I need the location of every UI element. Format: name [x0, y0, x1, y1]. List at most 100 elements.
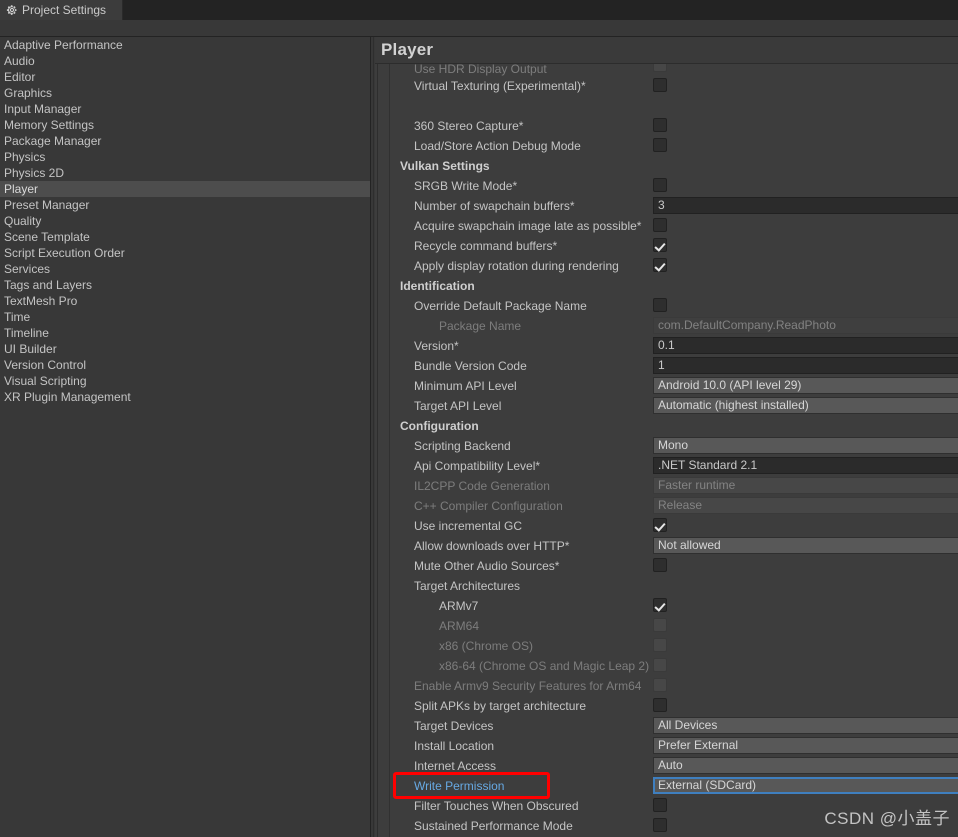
setting-label: Target API Level [414, 399, 502, 413]
setting-row-bundle-version-code: Bundle Version Code 1 [375, 356, 958, 376]
setting-row-x86-chrome-os: x86 (Chrome OS) [375, 636, 958, 656]
page-title: Player [381, 40, 434, 59]
sidebar-item-adaptive-performance[interactable]: Adaptive Performance [0, 37, 370, 53]
setting-control-slot [653, 136, 958, 156]
tab-project-settings[interactable]: Project Settings [0, 0, 124, 20]
setting-control-slot [653, 64, 958, 76]
checkbox-recycle-command-buffers[interactable] [653, 238, 667, 252]
setting-row-virtual-texturing-experimental: Virtual Texturing (Experimental)* [375, 76, 958, 96]
setting-row-mute-other-audio-sources: Mute Other Audio Sources* [375, 556, 958, 576]
setting-control-slot [653, 116, 958, 136]
sidebar-item-label: Physics 2D [4, 166, 65, 180]
sidebar-item-timeline[interactable]: Timeline [0, 325, 370, 341]
sidebar-item-label: Input Manager [4, 102, 82, 116]
input-version[interactable]: 0.1 [653, 337, 958, 354]
sidebar-item-tags-and-layers[interactable]: Tags and Layers [0, 277, 370, 293]
sidebar-item-scene-template[interactable]: Scene Template [0, 229, 370, 245]
sidebar-item-version-control[interactable]: Version Control [0, 357, 370, 373]
setting-control-slot [653, 596, 958, 616]
dropdown-allow-downloads-over-http[interactable]: Not allowed [653, 537, 958, 554]
checkbox-apply-display-rotation-during-rendering[interactable] [653, 258, 667, 272]
sidebar-item-package-manager[interactable]: Package Manager [0, 133, 370, 149]
checkbox-mute-other-audio-sources[interactable] [653, 558, 667, 572]
window-tab-bar: Project Settings [0, 0, 958, 21]
sidebar-item-label: TextMesh Pro [4, 294, 78, 308]
setting-label[interactable]: Write Permission [375, 779, 653, 793]
sidebar-item-time[interactable]: Time [0, 309, 370, 325]
sidebar-item-editor[interactable]: Editor [0, 69, 370, 85]
settings-scroll-body[interactable]: Use HDR Display Output Virtual Texturing … [375, 64, 958, 837]
setting-label: Filter Touches When Obscured [414, 799, 579, 813]
sidebar-item-physics[interactable]: Physics [0, 149, 370, 165]
dropdown-write-permission[interactable]: External (SDCard) [653, 777, 958, 794]
checkbox-load-store-action-debug-mode[interactable] [653, 138, 667, 152]
checkbox-armv7[interactable] [653, 598, 667, 612]
input-bundle-version-code[interactable]: 1 [653, 357, 958, 374]
setting-control-slot [653, 296, 958, 316]
setting-label: Mute Other Audio Sources* [414, 559, 560, 573]
checkbox-override-default-package-name[interactable] [653, 298, 667, 312]
setting-row-internet-access: Internet Access Auto [375, 756, 958, 776]
checkbox-sustained-performance-mode[interactable] [653, 818, 667, 832]
checkbox-srgb-write-mode[interactable] [653, 178, 667, 192]
setting-label: Scripting Backend [414, 439, 511, 453]
checkbox-acquire-swapchain-image-late-as-possible[interactable] [653, 218, 667, 232]
sidebar-item-input-manager[interactable]: Input Manager [0, 101, 370, 117]
input-package-name: com.DefaultCompany.ReadPhoto [653, 317, 958, 334]
sidebar-item-audio[interactable]: Audio [0, 53, 370, 69]
checkbox-x86-chrome-os [653, 638, 667, 652]
sidebar-item-script-execution-order[interactable]: Script Execution Order [0, 245, 370, 261]
setting-control-slot [653, 616, 958, 636]
setting-row-use-hdr-display-output: Use HDR Display Output [375, 64, 958, 76]
settings-sidebar[interactable]: Adaptive Performance Audio Editor Graphics I… [0, 37, 371, 837]
checkbox-virtual-texturing-experimental[interactable] [653, 78, 667, 92]
sidebar-item-label: Version Control [4, 358, 87, 372]
sidebar-item-xr-plugin-management[interactable]: XR Plugin Management [0, 389, 370, 405]
setting-row-filter-touches-when-obscured: Filter Touches When Obscured [375, 796, 958, 816]
dropdown-install-location[interactable]: Prefer External [653, 737, 958, 754]
setting-row-version: Version* 0.1 [375, 336, 958, 356]
dropdown-scripting-backend[interactable]: Mono [653, 437, 958, 454]
setting-row-package-name: Package Name com.DefaultCompany.ReadPhoto [375, 316, 958, 336]
setting-control-slot [653, 236, 958, 256]
checkbox-360-stereo-capture[interactable] [653, 118, 667, 132]
checkbox-split-apks-by-target-architecture[interactable] [653, 698, 667, 712]
setting-label: SRGB Write Mode* [414, 179, 518, 193]
sidebar-item-physics-2d[interactable]: Physics 2D [0, 165, 370, 181]
setting-label: Apply display rotation during rendering [414, 259, 619, 273]
sidebar-item-quality[interactable]: Quality [0, 213, 370, 229]
checkbox-filter-touches-when-obscured[interactable] [653, 798, 667, 812]
sidebar-item-visual-scripting[interactable]: Visual Scripting [0, 373, 370, 389]
setting-control-slot: Not allowed [653, 536, 958, 556]
setting-row-c-compiler-configuration: C++ Compiler Configuration Release [375, 496, 958, 516]
sidebar-item-ui-builder[interactable]: UI Builder [0, 341, 370, 357]
sidebar-item-textmesh-pro[interactable]: TextMesh Pro [0, 293, 370, 309]
setting-label: Minimum API Level [414, 379, 517, 393]
setting-row-target-devices: Target Devices All Devices [375, 716, 958, 736]
sidebar-item-label: Script Execution Order [4, 246, 125, 260]
checkbox-use-incremental-gc[interactable] [653, 518, 667, 532]
tab-label: Project Settings [22, 3, 107, 17]
dropdown-minimum-api-level[interactable]: Android 10.0 (API level 29) [653, 377, 958, 394]
dropdown-target-api-level[interactable]: Automatic (highest installed) [653, 397, 958, 414]
setting-label: C++ Compiler Configuration [414, 499, 563, 513]
checkbox-enable-armv9-security-features-for-arm64 [653, 678, 667, 692]
setting-label: Allow downloads over HTTP* [414, 539, 570, 553]
sidebar-item-services[interactable]: Services [0, 261, 370, 277]
setting-control-slot [653, 556, 958, 576]
setting-control-slot: .NET Standard 2.1 [653, 456, 958, 476]
setting-label: Use incremental GC [414, 519, 523, 533]
sidebar-item-player[interactable]: Player [0, 181, 370, 197]
setting-control-slot: Release [653, 496, 958, 516]
sidebar-item-graphics[interactable]: Graphics [0, 85, 370, 101]
sidebar-item-label: Player [4, 182, 39, 196]
sidebar-item-memory-settings[interactable]: Memory Settings [0, 117, 370, 133]
dropdown-internet-access[interactable]: Auto [653, 757, 958, 774]
input-number-of-swapchain-buffers[interactable]: 3 [653, 197, 958, 214]
setting-row-number-of-swapchain-buffers: Number of swapchain buffers* 3 [375, 196, 958, 216]
sidebar-item-preset-manager[interactable]: Preset Manager [0, 197, 370, 213]
input-api-compatibility-level[interactable]: .NET Standard 2.1 [653, 457, 958, 474]
dropdown-target-devices[interactable]: All Devices [653, 717, 958, 734]
setting-control-slot [653, 576, 958, 596]
setting-row-sustained-performance-mode: Sustained Performance Mode [375, 816, 958, 836]
